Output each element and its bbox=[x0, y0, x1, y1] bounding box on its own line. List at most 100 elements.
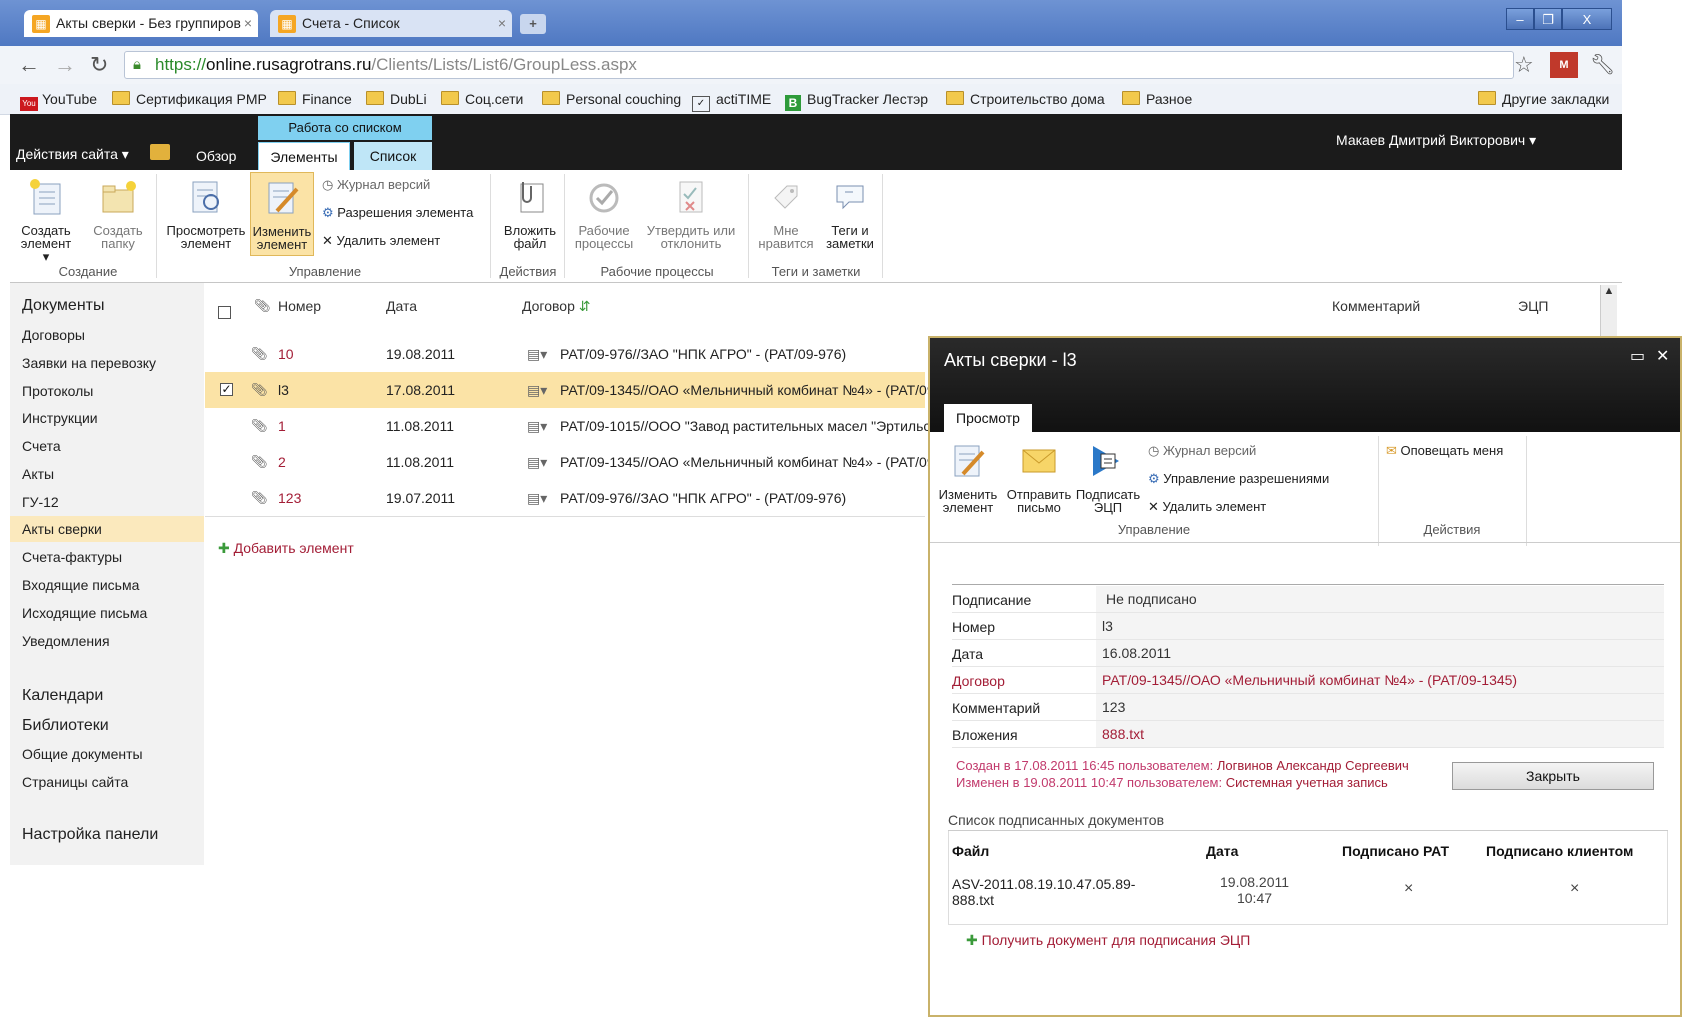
row-checkbox[interactable]: ✓ bbox=[220, 383, 233, 396]
created-by-user[interactable]: Логвинов Александр Сергеевич bbox=[1217, 758, 1409, 773]
close-window-button[interactable]: X bbox=[1562, 8, 1612, 30]
table-row[interactable]: 📎︎ 123 19.07.2011 ▤▾ РАТ/09-976//ЗАО "НП… bbox=[205, 480, 925, 517]
new-tab-button[interactable]: + bbox=[520, 14, 546, 34]
other-bookmarks[interactable]: Другие закладки bbox=[1478, 90, 1609, 108]
nav-heading-documents[interactable]: Документы bbox=[22, 297, 104, 315]
row-contract[interactable]: РАТ/09-976//ЗАО "НПК АГРО" - (РАТ/09-976… bbox=[560, 490, 846, 506]
document-icon[interactable]: ▤▾ bbox=[527, 454, 547, 471]
signed-file-name[interactable]: ASV-2011.08.19.10.47.05.89- 888.txt bbox=[952, 876, 1135, 908]
add-item-link[interactable]: ✚ Добавить элемент bbox=[218, 540, 354, 557]
tab-browse[interactable]: Обзор bbox=[196, 148, 236, 164]
row-number[interactable]: 2 bbox=[278, 454, 286, 470]
nav-item[interactable]: Счета-фактуры bbox=[22, 549, 122, 565]
table-row[interactable]: 📎︎ 10 19.08.2011 ▤▾ РАТ/09-976//ЗАО "НПК… bbox=[205, 336, 925, 372]
row-contract[interactable]: РАТ/09-1015//ООО "Завод растительных мас… bbox=[560, 418, 936, 434]
document-icon[interactable]: ▤▾ bbox=[527, 490, 547, 507]
bookmark-folder[interactable]: Разное bbox=[1122, 90, 1192, 108]
send-letter-button[interactable]: Отправить письмо bbox=[1004, 442, 1074, 514]
column-header-number[interactable]: Номер bbox=[278, 298, 321, 314]
column-header-date[interactable]: Дата bbox=[386, 298, 417, 314]
gmail-notifier-icon[interactable]: M bbox=[1550, 52, 1578, 78]
dialog-version-history-button[interactable]: ◷ Журнал версий bbox=[1148, 442, 1256, 460]
nav-item[interactable]: Счета bbox=[22, 438, 61, 454]
edit-item-button[interactable]: Изменить элемент bbox=[250, 172, 314, 256]
nav-item-selected[interactable]: Акты сверки bbox=[10, 516, 204, 542]
reload-icon[interactable]: ↻ bbox=[90, 52, 108, 78]
nav-item[interactable]: Уведомления bbox=[22, 633, 110, 649]
restore-window-button[interactable]: ❐ bbox=[1534, 8, 1562, 30]
bookmark-folder[interactable]: DubLi bbox=[366, 90, 427, 108]
navigate-up-icon[interactable] bbox=[150, 144, 170, 160]
delete-item-button[interactable]: ✕ Удалить элемент bbox=[322, 232, 440, 250]
row-contract[interactable]: РАТ/09-1345//ОАО «Мельничный комбинат №4… bbox=[560, 454, 935, 470]
dialog-edit-item-button[interactable]: Изменить элемент bbox=[936, 442, 1000, 514]
like-button[interactable]: Мне нравится bbox=[752, 178, 820, 250]
nav-customize[interactable]: Настройка панели bbox=[22, 826, 158, 844]
bookmark-star-icon[interactable]: ☆ bbox=[1514, 52, 1534, 78]
nav-item[interactable]: Страницы сайта bbox=[22, 774, 128, 790]
workflows-button[interactable]: Рабочие процессы bbox=[570, 178, 638, 250]
nav-item[interactable]: Инструкции bbox=[22, 410, 98, 426]
document-icon[interactable]: ▤▾ bbox=[527, 382, 547, 399]
bookmark-folder[interactable]: Personal couching bbox=[542, 90, 681, 108]
approve-reject-button[interactable]: Утвердить или отклонить bbox=[638, 178, 744, 250]
maximize-dialog-icon[interactable]: ▭ bbox=[1630, 346, 1645, 366]
nav-item[interactable]: Общие документы bbox=[22, 746, 143, 762]
dialog-delete-item-button[interactable]: ✕ Удалить элемент bbox=[1148, 498, 1266, 516]
contract-link[interactable]: РАТ/09-1345//ОАО «Мельничный комбинат №4… bbox=[1096, 667, 1664, 693]
attachment-link[interactable]: 888.txt bbox=[1096, 721, 1664, 747]
address-bar[interactable]: 🔒︎ https://online.rusagrotrans.ru/Client… bbox=[124, 51, 1514, 79]
nav-item[interactable]: Договоры bbox=[22, 327, 85, 343]
close-button[interactable]: Закрыть bbox=[1452, 762, 1654, 790]
forward-arrow-icon[interactable]: → bbox=[54, 52, 76, 78]
column-header-contract[interactable]: Договор ⇵ bbox=[522, 298, 591, 315]
item-permissions-button[interactable]: ⚙ Разрешения элемента bbox=[322, 204, 473, 222]
tab-items[interactable]: Элементы bbox=[258, 142, 350, 170]
table-row[interactable]: 📎︎ 1 11.08.2011 ▤▾ РАТ/09-1015//ООО "Зав… bbox=[205, 408, 936, 444]
document-icon[interactable]: ▤▾ bbox=[527, 346, 547, 363]
document-icon[interactable]: ▤▾ bbox=[527, 418, 547, 435]
nav-heading-calendars[interactable]: Календари bbox=[22, 687, 103, 705]
minimize-window-button[interactable]: – bbox=[1506, 8, 1534, 30]
row-contract[interactable]: РАТ/09-976//ЗАО "НПК АГРО" - (РАТ/09-976… bbox=[560, 346, 846, 362]
attach-file-button[interactable]: Вложить файл bbox=[496, 178, 564, 250]
alert-me-button[interactable]: ✉ Оповещать меня bbox=[1386, 442, 1503, 460]
column-header-comment[interactable]: Комментарий bbox=[1332, 298, 1420, 314]
nav-heading-libraries[interactable]: Библиотеки bbox=[22, 717, 109, 735]
bookmark-bugtracker[interactable]: B BugTracker Лестэр bbox=[785, 90, 928, 111]
row-number[interactable]: l3 bbox=[278, 382, 289, 398]
tab-view[interactable]: Просмотр bbox=[944, 404, 1032, 432]
row-number[interactable]: 123 bbox=[278, 490, 301, 506]
nav-item[interactable]: Входящие письма bbox=[22, 577, 139, 593]
close-tab-icon[interactable]: × bbox=[244, 10, 252, 37]
table-row[interactable]: 📎︎ 2 11.08.2011 ▤▾ РАТ/09-1345//ОАО «Мел… bbox=[205, 444, 935, 480]
nav-item[interactable]: ГУ-12 bbox=[22, 494, 59, 510]
version-history-button[interactable]: ◷ Журнал версий bbox=[322, 176, 430, 194]
close-dialog-icon[interactable]: ✕ bbox=[1656, 346, 1669, 366]
row-contract[interactable]: РАТ/09-1345//ОАО «Мельничный комбинат №4… bbox=[560, 382, 935, 398]
sign-eds-button[interactable]: Подписать ЭЦП bbox=[1074, 442, 1142, 514]
bookmark-actitime[interactable]: ✓ actiTIME bbox=[692, 90, 771, 112]
browser-tab-scheta[interactable]: ▦ Счета - Список × bbox=[270, 10, 512, 37]
nav-item[interactable]: Акты bbox=[22, 466, 54, 482]
bookmark-folder[interactable]: Строительство дома bbox=[946, 90, 1105, 108]
refresh-filter-icon[interactable]: ⇵ bbox=[579, 298, 591, 314]
bookmark-youtube[interactable]: You YouTube bbox=[20, 90, 97, 111]
scroll-up-icon[interactable]: ▲ bbox=[1601, 285, 1617, 297]
create-folder-button[interactable]: Создать папку bbox=[90, 178, 146, 250]
view-item-button[interactable]: Просмотреть элемент bbox=[162, 178, 250, 250]
create-item-button[interactable]: Создать элемент ▾ bbox=[16, 178, 76, 263]
table-row-selected[interactable]: ✓ 📎︎ l3 17.08.2011 ▤▾ РАТ/09-1345//ОАО «… bbox=[205, 372, 935, 408]
nav-item[interactable]: Исходящие письма bbox=[22, 605, 147, 621]
user-menu[interactable]: Макаев Дмитрий Викторович ▾ bbox=[1336, 132, 1536, 149]
close-tab-icon[interactable]: × bbox=[498, 10, 506, 37]
site-actions-menu[interactable]: Действия сайта ▾ bbox=[16, 146, 129, 163]
manage-permissions-button[interactable]: ⚙ Управление разрешениями bbox=[1148, 470, 1329, 488]
browser-tab-akty-sverki[interactable]: ▦ Акты сверки - Без группиров × bbox=[24, 10, 258, 37]
tab-list[interactable]: Список bbox=[354, 142, 432, 170]
tags-notes-button[interactable]: Теги и заметки bbox=[820, 178, 880, 250]
back-arrow-icon[interactable]: ← bbox=[18, 52, 40, 78]
get-doc-for-signing-link[interactable]: ✚ Получить документ для подписания ЭЦП bbox=[966, 932, 1250, 949]
select-all-checkbox[interactable] bbox=[218, 306, 231, 319]
nav-item[interactable]: Заявки на перевозку bbox=[22, 355, 156, 371]
